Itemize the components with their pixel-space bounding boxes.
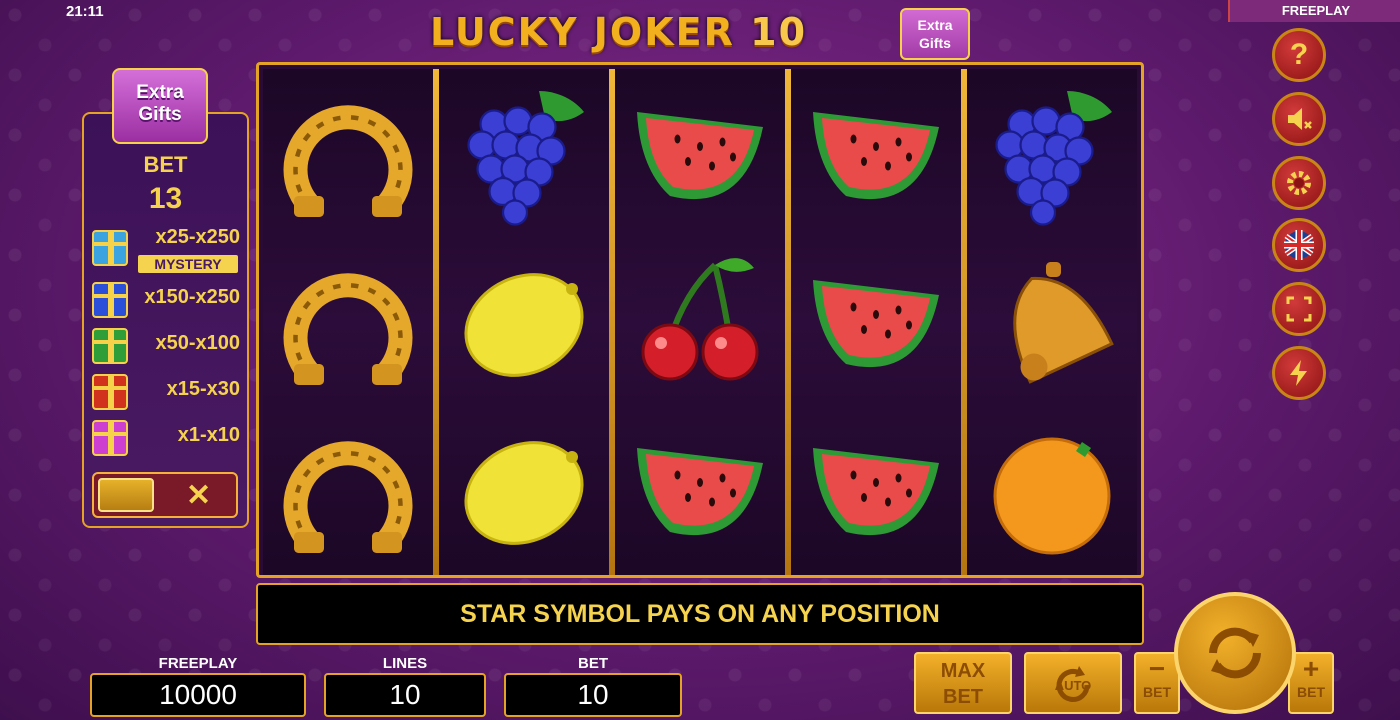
reels-frame <box>256 62 1144 578</box>
gift-icon <box>92 328 128 364</box>
mystery-tag: MYSTERY <box>138 255 238 273</box>
gift-icon <box>92 374 128 410</box>
gear-icon <box>1287 171 1311 195</box>
plus-icon: + <box>1302 653 1320 684</box>
bet-decrease-button[interactable]: − BET <box>1134 652 1180 714</box>
reel <box>439 69 609 575</box>
language-button[interactable] <box>1272 218 1326 272</box>
prize-multiplier: x150-x250 <box>144 286 240 308</box>
lines-label: LINES <box>382 655 428 672</box>
gift-icon <box>92 420 128 456</box>
help-icon: ? <box>1289 38 1309 71</box>
bet-label: BET <box>578 655 608 672</box>
max-bet-button[interactable]: MAX BET <box>914 652 1012 714</box>
max-bet-label-top: MAX <box>940 660 986 682</box>
prize-row: x150-x250 <box>88 278 244 320</box>
reel <box>615 69 785 575</box>
spin-icon <box>1209 627 1261 679</box>
watermelon-symbol <box>625 415 775 565</box>
game-title: LUCKY JOKER 10 <box>430 10 807 60</box>
close-icon: ✕ <box>186 479 212 512</box>
reel <box>967 69 1137 575</box>
freeplay-balance: 10000 <box>90 673 306 717</box>
auto-spin-button[interactable]: AUTO <box>1024 652 1122 714</box>
sound-muted-icon <box>1288 108 1312 130</box>
grapes-symbol <box>449 79 599 229</box>
prize-row: x1-x10 <box>88 416 244 458</box>
mode-tag: FREEPLAY <box>1228 0 1400 22</box>
prize-multiplier: x1-x10 <box>177 424 240 446</box>
lightning-icon <box>1290 360 1307 386</box>
help-button[interactable]: ? <box>1272 28 1326 82</box>
lines-value: 10 <box>324 673 486 717</box>
spin-button[interactable] <box>1174 592 1296 714</box>
extra-gifts-logo: Extra Gifts <box>112 68 208 144</box>
prize-multiplier: x50-x100 <box>155 332 240 354</box>
prize-multiplier: x15-x30 <box>166 378 240 400</box>
panel-bet-label: BET <box>143 152 188 177</box>
prize-row: x15-x30 <box>88 370 244 412</box>
extra-gifts-toggle[interactable]: ✕ <box>92 472 238 518</box>
panel-bet-value: 13 <box>148 182 183 215</box>
bet-decrease-label: BET <box>1143 684 1171 700</box>
max-bet-label-bottom: BET <box>943 686 983 708</box>
watermelon-symbol <box>801 247 951 397</box>
reel <box>791 69 961 575</box>
lemon-symbol <box>449 415 599 565</box>
title-number: 10 <box>750 10 808 54</box>
title-text: LUCKY JOKER <box>430 10 735 54</box>
horseshoe-symbol <box>273 247 423 397</box>
minus-icon: − <box>1148 653 1166 684</box>
orange-symbol <box>977 415 1127 565</box>
bet-increase-label: BET <box>1297 684 1325 700</box>
watermelon-symbol <box>801 415 951 565</box>
gift-icon <box>92 230 128 266</box>
uk-flag-icon <box>1284 230 1314 260</box>
settings-button[interactable] <box>1272 156 1326 210</box>
lemon-symbol <box>449 247 599 397</box>
message-bar: STAR SYMBOL PAYS ON ANY POSITION <box>256 583 1144 645</box>
bet-value: 10 <box>504 673 682 717</box>
reel <box>263 69 433 575</box>
toggle-knob[interactable] <box>98 478 154 512</box>
sound-button[interactable] <box>1272 92 1326 146</box>
prize-row: x50-x100 <box>88 324 244 366</box>
gift-icon <box>92 282 128 318</box>
cherries-symbol <box>625 247 775 397</box>
watermelon-symbol <box>625 79 775 229</box>
fullscreen-icon <box>1286 296 1312 322</box>
horseshoe-symbol <box>273 79 423 229</box>
horseshoe-symbol <box>273 415 423 565</box>
turbo-button[interactable] <box>1272 346 1326 400</box>
title-badge: Extra Gifts <box>900 8 970 60</box>
fullscreen-button[interactable] <box>1272 282 1326 336</box>
clock: 21:11 <box>66 3 104 20</box>
watermelon-symbol <box>801 79 951 229</box>
grapes-symbol <box>977 79 1127 229</box>
bell-symbol <box>977 247 1127 397</box>
auto-label: AUTO <box>1054 678 1092 693</box>
prize-multiplier: x25-x250 <box>155 226 240 248</box>
freeplay-label: FREEPLAY <box>158 655 238 672</box>
